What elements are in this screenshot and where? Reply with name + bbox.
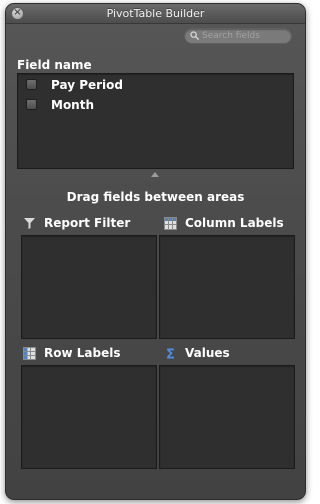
column-labels-icon [164, 217, 177, 230]
row-labels-drop-zone[interactable] [21, 365, 157, 469]
window-title: PivotTable Builder [106, 7, 205, 20]
report-filter-label: Report Filter [44, 216, 131, 230]
field-item-pay-period[interactable]: Pay Period [26, 77, 266, 93]
field-item-label: Month [51, 98, 95, 112]
pivottable-builder-window: × PivotTable Builder Field name Pay Peri… [5, 3, 306, 500]
column-labels-label: Column Labels [185, 216, 284, 230]
svg-text:Σ: Σ [166, 348, 175, 361]
column-labels-header: Column Labels [164, 215, 304, 231]
row-labels-icon [23, 347, 36, 360]
title-bar[interactable]: × PivotTable Builder [6, 4, 305, 24]
values-label: Values [185, 346, 230, 360]
sigma-icon: Σ [166, 348, 175, 361]
search-input[interactable] [202, 29, 288, 43]
report-filter-drop-zone[interactable] [21, 235, 157, 339]
field-item-label: Pay Period [51, 78, 123, 92]
search-icon [190, 31, 199, 40]
search-field[interactable] [184, 28, 292, 44]
values-header: Σ Values [164, 345, 304, 361]
field-list[interactable]: Pay Period Month [17, 73, 294, 169]
month-checkbox[interactable] [26, 99, 37, 110]
pay-period-checkbox[interactable] [26, 79, 37, 90]
values-drop-zone[interactable] [159, 365, 295, 469]
splitter-handle[interactable] [151, 172, 159, 177]
drag-instruction: Drag fields between areas [66, 190, 245, 204]
field-name-header: Field name [17, 58, 92, 72]
column-labels-drop-zone[interactable] [159, 235, 295, 339]
report-filter-header: Report Filter [23, 215, 153, 231]
filter-icon [24, 218, 35, 229]
field-item-month[interactable]: Month [26, 97, 266, 113]
row-labels-label: Row Labels [44, 346, 121, 360]
row-labels-header: Row Labels [23, 345, 153, 361]
